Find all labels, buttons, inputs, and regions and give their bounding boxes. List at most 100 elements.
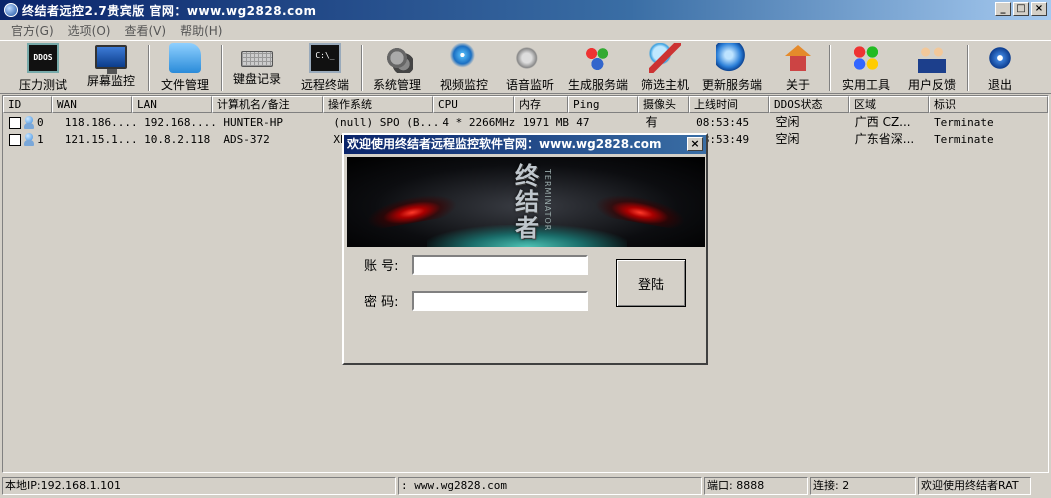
stress-test-label: 压力测试 [18, 78, 67, 92]
host-lan: 192.168.... [144, 116, 217, 129]
folder-icon [169, 43, 201, 73]
host-name: ADS-372 [223, 133, 270, 146]
menu-bar: 官方(G) 选项(O) 查看(V) 帮助(H) [0, 20, 1051, 40]
voice-listen-button[interactable]: 语音监听 [499, 43, 561, 93]
keyboard-icon [241, 51, 273, 67]
exit-label: 退出 [987, 78, 1012, 92]
menu-view[interactable]: 查看(V) [117, 22, 173, 39]
host-region: 广西 CZ... [854, 115, 911, 129]
password-input[interactable] [412, 291, 588, 311]
column-ping[interactable]: Ping [568, 96, 638, 113]
maximize-button[interactable]: □ [1013, 2, 1029, 16]
screen-monitor-button[interactable]: 屏幕监控 [80, 43, 142, 93]
toolbar-separator [361, 45, 363, 91]
status-connections: 连接: 2 [810, 477, 916, 495]
host-camera: 有 [645, 115, 658, 129]
column-lan[interactable]: LAN [132, 96, 212, 113]
users-icon [582, 43, 614, 73]
toolbar-separator [967, 45, 969, 91]
host-tag: Terminate [934, 133, 994, 146]
account-input[interactable] [412, 255, 588, 275]
filter-hosts-button[interactable]: 筛选主机 [635, 43, 695, 93]
login-button[interactable]: 登陆 [616, 259, 686, 307]
login-dialog-title: 欢迎使用终结者远程监控软件官网：www.wg2828.com [344, 135, 706, 154]
column-memory[interactable]: 内存 [514, 96, 568, 113]
terminator-banner: 终结者 TERMINATOR [347, 157, 705, 247]
host-cpu: 4 * 2266MHz [442, 116, 516, 129]
window-controls: _ □ × [995, 2, 1047, 16]
column-id[interactable]: ID [3, 96, 52, 113]
utilities-button[interactable]: 实用工具 [836, 43, 896, 93]
column-computer-name[interactable]: 计算机名/备注 [212, 96, 323, 113]
remote-terminal-label: 远程终端 [300, 78, 349, 92]
status-welcome: 欢迎使用终结者RAT [918, 477, 1031, 495]
column-camera[interactable]: 摄像头 [638, 96, 689, 113]
host-wan: 118.186.... [64, 116, 138, 129]
column-wan[interactable]: WAN [52, 96, 132, 113]
host-wan: 121.15.1... [64, 133, 138, 146]
feedback-button[interactable]: 用户反馈 [902, 43, 962, 93]
minimize-button[interactable]: _ [995, 2, 1011, 16]
app-icon [4, 3, 18, 17]
keylogger-label: 键盘记录 [232, 72, 281, 86]
build-server-label: 生成服务端 [567, 78, 628, 92]
remote-terminal-button[interactable]: C:\_ 远程终端 [294, 43, 356, 93]
about-button[interactable]: 关于 [774, 43, 822, 93]
ddos-icon: DDOS [27, 43, 59, 73]
dialog-close-button[interactable]: × [687, 137, 703, 151]
host-name: HUNTER-HP [223, 116, 283, 129]
login-dialog: 欢迎使用终结者远程监控软件官网：www.wg2828.com × 终结者 TER… [342, 133, 708, 365]
monitor-icon [95, 45, 127, 74]
update-server-button[interactable]: 更新服务端 [697, 43, 767, 93]
update-server-label: 更新服务端 [701, 78, 762, 92]
globe-icon [716, 43, 748, 73]
screen-monitor-label: 屏幕监控 [86, 74, 135, 88]
column-online-time[interactable]: 上线时间 [689, 96, 769, 113]
power-icon [984, 43, 1016, 73]
host-memory: 1971 MB [522, 116, 570, 129]
stress-test-button[interactable]: DDOS 压力测试 [10, 43, 76, 93]
system-manager-button[interactable]: 系统管理 [366, 43, 428, 93]
house-icon [782, 43, 814, 73]
column-os[interactable]: 操作系统 [323, 96, 433, 113]
host-checkbox[interactable] [9, 133, 21, 146]
host-row[interactable]: 0 118.186.... 192.168.... HUNTER-HP (nul… [3, 114, 1048, 131]
host-online-time: 08:53:45 [696, 116, 750, 129]
keylogger-button[interactable]: 键盘记录 [226, 43, 288, 93]
toolbar-separator [221, 45, 223, 91]
menu-official[interactable]: 官方(G) [4, 22, 61, 39]
speaker-icon [514, 43, 546, 73]
column-region[interactable]: 区域 [849, 96, 929, 113]
password-label: 密 码: [364, 295, 399, 310]
host-ddos-status: 空闲 [775, 132, 800, 146]
column-tag[interactable]: 标识 [929, 96, 1048, 113]
webcam-icon [448, 43, 480, 73]
banner-logo: 终结者 [515, 161, 539, 242]
video-monitor-label: 视频监控 [439, 78, 488, 92]
utilities-label: 实用工具 [841, 78, 890, 92]
host-tag: Terminate [934, 116, 994, 129]
file-manager-label: 文件管理 [160, 78, 209, 92]
build-server-button[interactable]: 生成服务端 [564, 43, 632, 93]
video-monitor-button[interactable]: 视频监控 [433, 43, 495, 93]
filter-icon [649, 43, 681, 73]
filter-hosts-label: 筛选主机 [640, 78, 689, 92]
terminal-icon: C:\_ [309, 43, 341, 73]
title-bar: 终结者远控2.7贵宾版 官网：www.wg2828.com _ □ × [0, 0, 1051, 20]
menu-help[interactable]: 帮助(H) [173, 22, 229, 39]
system-manager-label: 系统管理 [372, 78, 421, 92]
toolbar: DDOS 压力测试 屏幕监控 文件管理 键盘记录 C:\_ 远程终端 系统管理 … [0, 40, 1051, 94]
host-checkbox[interactable] [9, 116, 21, 129]
gears-icon [381, 43, 413, 73]
close-button[interactable]: × [1031, 2, 1047, 16]
about-label: 关于 [785, 78, 810, 92]
host-lan: 10.8.2.118 [144, 133, 211, 146]
file-manager-button[interactable]: 文件管理 [154, 43, 216, 93]
column-cpu[interactable]: CPU [433, 96, 514, 113]
menu-options[interactable]: 选项(O) [61, 22, 118, 39]
column-ddos-status[interactable]: DDOS状态 [769, 96, 849, 113]
exit-button[interactable]: 退出 [976, 43, 1024, 93]
host-ping: 47 [576, 116, 590, 129]
tools-icon [850, 43, 882, 73]
host-user-icon [24, 133, 34, 146]
